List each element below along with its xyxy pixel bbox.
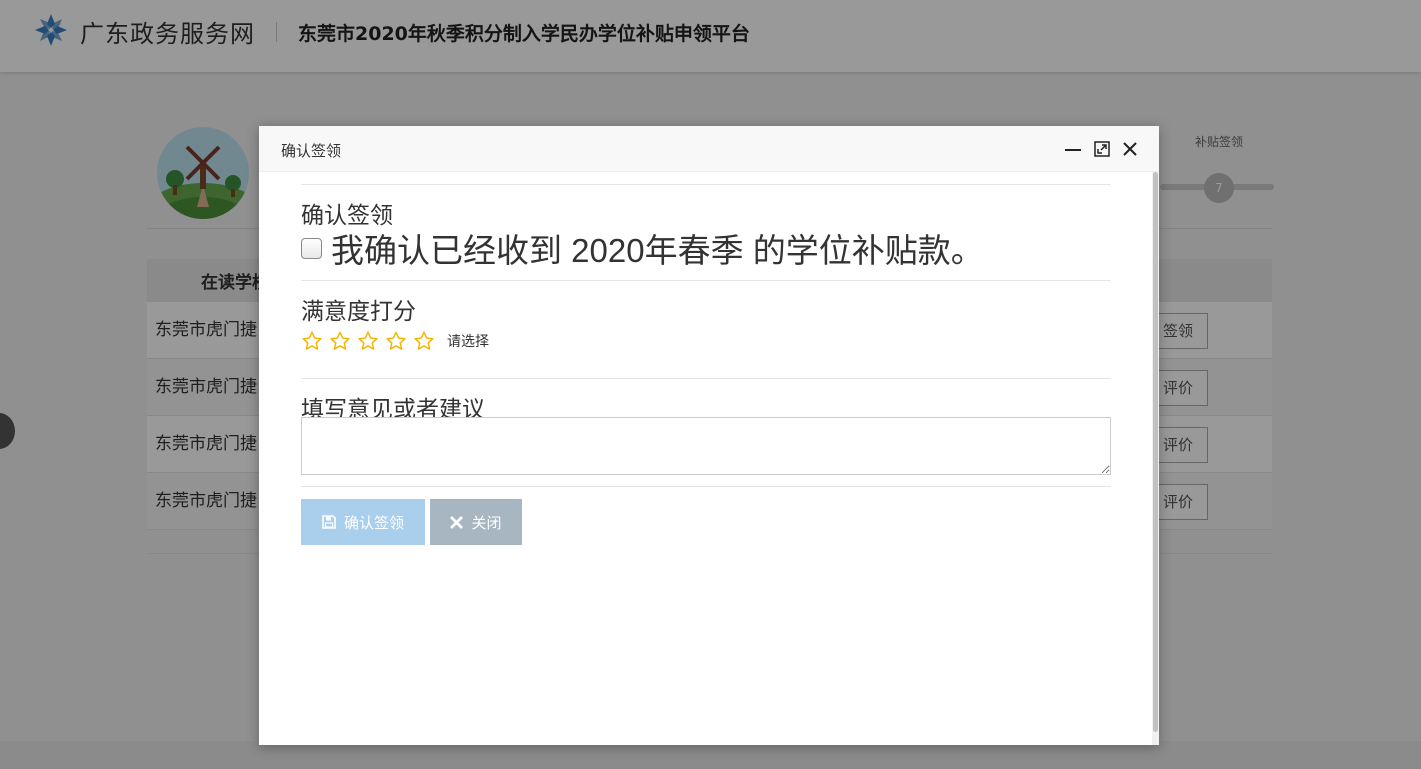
dialog-header[interactable]: 确认签领 bbox=[259, 126, 1159, 172]
confirm-receipt-checkbox[interactable] bbox=[301, 237, 322, 259]
close-x-icon bbox=[450, 515, 464, 529]
rating-label: 满意度打分 bbox=[301, 298, 416, 324]
close-button[interactable]: 关闭 bbox=[430, 499, 522, 545]
star-3-icon[interactable] bbox=[357, 330, 379, 352]
divider bbox=[301, 486, 1111, 487]
feedback-textarea[interactable] bbox=[301, 417, 1111, 475]
dialog-title: 确认签领 bbox=[281, 142, 342, 160]
dialog-scrollbar[interactable] bbox=[1152, 172, 1159, 745]
confirm-receipt-row: 我确认已经收到 2020年春季 的学位补贴款。 bbox=[301, 228, 984, 269]
star-4-icon[interactable] bbox=[385, 330, 407, 352]
rating-hint: 请选择 bbox=[447, 334, 489, 350]
divider bbox=[301, 184, 1111, 185]
divider bbox=[301, 280, 1111, 281]
star-1-icon[interactable] bbox=[301, 330, 323, 352]
minimize-icon[interactable] bbox=[1064, 140, 1082, 158]
maximize-icon[interactable] bbox=[1093, 140, 1111, 158]
save-icon bbox=[322, 515, 336, 529]
confirm-sign-dialog: 确认签领 确认签领 我确认已经收到 2020年春季 的学位补贴款。 满意度打分 bbox=[259, 126, 1159, 745]
confirm-receipt-text[interactable]: 我确认已经收到 2020年春季 的学位补贴款。 bbox=[331, 224, 984, 272]
close-button-label: 关闭 bbox=[471, 513, 502, 532]
satisfaction-rating: 请选择 bbox=[301, 330, 489, 352]
confirm-sign-button-label: 确认签领 bbox=[343, 513, 404, 532]
dialog-body: 确认签领 我确认已经收到 2020年春季 的学位补贴款。 满意度打分 请选择 填… bbox=[259, 172, 1159, 745]
star-5-icon[interactable] bbox=[413, 330, 435, 352]
star-2-icon[interactable] bbox=[329, 330, 351, 352]
close-icon[interactable] bbox=[1121, 140, 1139, 158]
scrollbar-thumb[interactable] bbox=[1153, 172, 1158, 732]
divider bbox=[301, 378, 1111, 379]
confirm-sign-button[interactable]: 确认签领 bbox=[301, 499, 425, 545]
